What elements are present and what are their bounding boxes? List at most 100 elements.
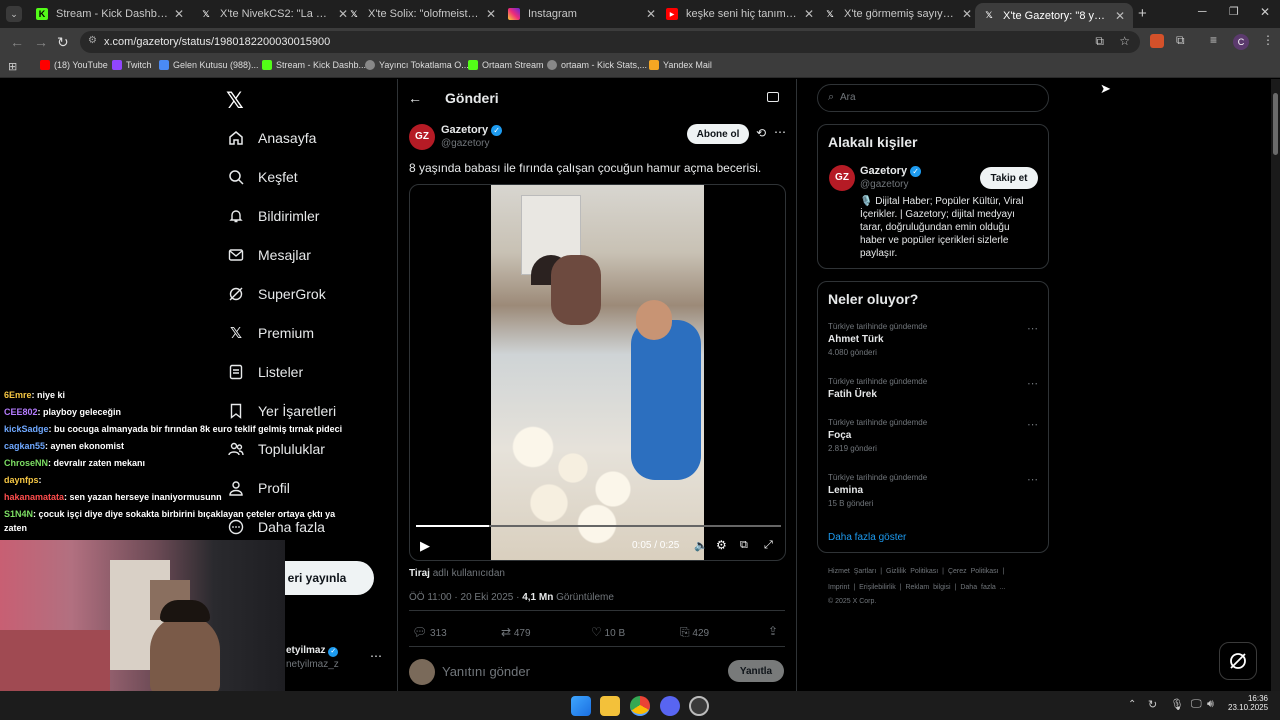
sidebar-item-supergrok[interactable]: SuperGrok bbox=[228, 282, 326, 306]
clock[interactable]: 16:36 23.10.2025 bbox=[1228, 694, 1268, 712]
play-icon[interactable]: ▶ bbox=[420, 538, 430, 554]
search-box[interactable]: ⌕ Ara bbox=[817, 84, 1049, 112]
back-icon[interactable]: ← bbox=[10, 34, 24, 50]
sidebar-item-explore[interactable]: Keşfet bbox=[228, 165, 298, 189]
footer-link[interactable]: Imprint bbox=[828, 584, 849, 591]
pip-icon[interactable]: ⧉ bbox=[740, 539, 748, 552]
apps-grid-icon[interactable]: ⊞ bbox=[8, 60, 17, 73]
bookmark-inbox[interactable]: Gelen Kutusu (988)... bbox=[159, 60, 259, 70]
speaker-icon[interactable]: 🔊︎ bbox=[1207, 698, 1214, 711]
reader-mode-icon[interactable] bbox=[767, 92, 779, 102]
settings-icon[interactable]: ⚙ bbox=[716, 538, 727, 552]
tab-gazetory[interactable]: 𝕏 X'te Gazetory: "8 yaşında baba ✕ bbox=[975, 3, 1133, 28]
network-icon[interactable]: 🖵 bbox=[1191, 698, 1202, 711]
minimize-button[interactable]: ─ bbox=[1198, 4, 1207, 18]
sidebar-item-bookmarks[interactable]: Yer İşaretleri bbox=[228, 399, 336, 423]
site-info-icon[interactable]: ⚙ bbox=[88, 35, 97, 46]
bookmark-yandex[interactable]: Yandex Mail bbox=[649, 60, 712, 70]
tab-search-button[interactable]: ⌄ bbox=[6, 6, 22, 22]
trend-item[interactable]: Türkiye tarihinde gündemde Foça 2.819 gö… bbox=[828, 418, 1038, 453]
grok-float-button[interactable] bbox=[1219, 642, 1257, 680]
show-more-link[interactable]: Daha fazla göster bbox=[828, 532, 906, 543]
sidebar-item-communities[interactable]: Topluluklar bbox=[228, 437, 325, 461]
reply-button[interactable]: Yanıtla bbox=[728, 660, 784, 682]
new-tab-button[interactable]: + bbox=[1138, 5, 1147, 22]
post-timestamp[interactable]: ÖÖ 11:00 · 20 Eki 2025 · bbox=[409, 592, 519, 603]
windows-start-icon[interactable] bbox=[571, 696, 591, 716]
author-avatar[interactable]: GZ bbox=[409, 124, 435, 150]
subscribe-button[interactable]: Abone ol bbox=[687, 124, 749, 144]
author-name[interactable]: Gazetory ✓ bbox=[441, 124, 503, 136]
tray-sync-icon[interactable]: ↻ bbox=[1148, 698, 1157, 711]
bookmark-kick-stats[interactable]: ortaam - Kick Stats,... bbox=[547, 60, 647, 70]
footer-link[interactable]: Daha fazla ... bbox=[960, 584, 1005, 591]
video-player[interactable]: ▶ 0:05 / 0:25 🔈 ⚙ ⧉ ⤢ bbox=[409, 184, 786, 561]
trend-more-icon[interactable]: ⋯ bbox=[1027, 322, 1038, 335]
more-options-icon[interactable]: ⋯ bbox=[774, 125, 786, 139]
close-icon[interactable]: ✕ bbox=[1115, 9, 1125, 23]
footer-link[interactable]: Çerez Politikası bbox=[948, 568, 999, 575]
tab-instagram[interactable]: Instagram ✕ bbox=[500, 3, 664, 25]
tab-gormemis[interactable]: 𝕏 X'te görmemiş sayıyorum: "Şar ✕ bbox=[816, 3, 980, 25]
close-icon[interactable]: ✕ bbox=[174, 7, 184, 21]
close-window-button[interactable]: ✕ bbox=[1260, 5, 1270, 19]
install-app-icon[interactable]: ⧉ bbox=[1095, 34, 1104, 49]
trend-item[interactable]: Türkiye tarihinde gündemde Fatih Ürek ⋯ bbox=[828, 377, 1038, 400]
related-avatar[interactable]: GZ bbox=[829, 165, 855, 191]
bookmark-tokatlama[interactable]: Yayıncı Tokatlama O... bbox=[365, 60, 469, 70]
footer-link[interactable]: Reklam bilgisi bbox=[905, 584, 950, 591]
obs-icon[interactable] bbox=[689, 696, 709, 716]
file-explorer-icon[interactable] bbox=[600, 696, 620, 716]
bookmark-twitch[interactable]: Twitch bbox=[112, 60, 152, 70]
repost-action[interactable]: ⇄ 479 bbox=[501, 625, 531, 639]
related-name[interactable]: Gazetory ✓ bbox=[860, 165, 922, 177]
media-control-icon[interactable]: ≡ bbox=[1210, 33, 1217, 47]
forward-icon[interactable]: → bbox=[34, 34, 48, 50]
page-scrollbar[interactable] bbox=[1271, 79, 1280, 691]
close-icon[interactable]: ✕ bbox=[486, 7, 496, 21]
extension-icon[interactable] bbox=[1150, 34, 1164, 48]
bookmark-youtube[interactable]: (18) YouTube bbox=[40, 60, 108, 70]
bookmark-star-icon[interactable]: ☆ bbox=[1119, 34, 1130, 48]
x-logo-icon[interactable]: 𝕏 bbox=[226, 88, 244, 114]
discord-icon[interactable] bbox=[660, 696, 680, 716]
trend-item[interactable]: Türkiye tarihinde gündemde Lemina 15 B g… bbox=[828, 473, 1038, 508]
volume-icon[interactable]: 🔈 bbox=[694, 539, 708, 552]
tab-youtube[interactable]: ▶ keşke seni hiç tanımasaydım ✕ bbox=[658, 3, 822, 25]
footer-link[interactable]: Gizlilik Politikası bbox=[886, 568, 938, 575]
profile-avatar[interactable]: C bbox=[1233, 34, 1249, 50]
video-progress-track[interactable] bbox=[416, 525, 781, 527]
source-user[interactable]: Tiraj bbox=[409, 568, 430, 579]
reply-input[interactable]: Yanıtını gönder bbox=[442, 664, 530, 679]
follow-button[interactable]: Takip et bbox=[980, 167, 1038, 189]
address-bar[interactable]: ⚙ x.com/gazetory/status/1980182200030015… bbox=[80, 31, 1140, 53]
search-input[interactable]: Ara bbox=[840, 92, 856, 103]
tab-solix[interactable]: 𝕏 X'te Solix: "olofmeister checkin ✕ bbox=[340, 3, 504, 25]
footer-link[interactable]: Hizmet Şartları bbox=[828, 568, 876, 575]
trend-more-icon[interactable]: ⋯ bbox=[1027, 473, 1038, 486]
tab-nivekcs2[interactable]: 𝕏 X'te NivekCS2: "La update de h ✕ bbox=[192, 3, 356, 25]
grok-icon[interactable]: ⟲ bbox=[756, 126, 766, 140]
maximize-button[interactable]: ❐ bbox=[1229, 5, 1239, 18]
share-icon[interactable]: ⇪ bbox=[768, 624, 778, 638]
trend-more-icon[interactable]: ⋯ bbox=[1027, 377, 1038, 390]
sidebar-item-home[interactable]: Anasayfa bbox=[228, 126, 316, 150]
chrome-icon[interactable] bbox=[630, 696, 650, 716]
sidebar-item-premium[interactable]: 𝕏 Premium bbox=[228, 321, 314, 345]
sidebar-item-messages[interactable]: Mesajlar bbox=[228, 243, 311, 267]
account-name[interactable]: etyilmaz ✓ bbox=[286, 645, 339, 657]
close-icon[interactable]: ✕ bbox=[962, 7, 972, 21]
account-menu-icon[interactable]: ⋯ bbox=[370, 649, 382, 663]
close-icon[interactable]: ✕ bbox=[804, 7, 814, 21]
bookmark-kick-dashboard[interactable]: Stream - Kick Dashb... bbox=[262, 60, 366, 70]
sidebar-item-profile[interactable]: Profil bbox=[228, 476, 290, 500]
sidebar-item-notifications[interactable]: Bildirimler bbox=[228, 204, 319, 228]
sidebar-item-lists[interactable]: Listeler bbox=[228, 360, 303, 384]
tab-kick-dashboard[interactable]: K Stream - Kick Dashboard ✕ bbox=[28, 3, 192, 25]
tray-chevron-icon[interactable]: ⌃ bbox=[1128, 699, 1136, 710]
microphone-icon[interactable]: 🎙︎ bbox=[1170, 698, 1184, 711]
like-action[interactable]: ♡ 10 B bbox=[591, 625, 625, 639]
reload-icon[interactable]: ↻ bbox=[57, 34, 69, 51]
bookmark-action[interactable]: ⎘ 429 bbox=[680, 625, 709, 640]
back-arrow-icon[interactable]: ← bbox=[408, 90, 422, 106]
